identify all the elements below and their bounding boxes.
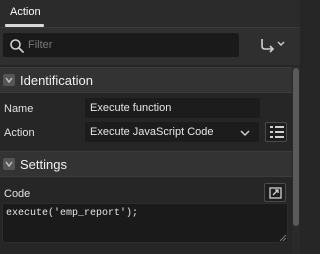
active-tab-indicator: [5, 24, 44, 27]
filter-input[interactable]: [28, 36, 228, 54]
section-identification-title: Identification: [20, 73, 93, 88]
list-icon: [270, 126, 284, 138]
section-identification-header[interactable]: Identification: [0, 67, 292, 93]
action-select-value: Execute JavaScript Code: [90, 126, 214, 138]
name-field[interactable]: [85, 98, 260, 118]
code-label: Code: [4, 188, 31, 200]
resize-grip-icon[interactable]: [279, 234, 287, 242]
section-settings-header[interactable]: Settings: [0, 151, 292, 177]
filter-box[interactable]: [3, 33, 239, 57]
tab-action-label: Action: [10, 6, 41, 18]
expand-code-editor-button[interactable]: [264, 183, 286, 202]
goto-group-icon: [261, 39, 285, 53]
tab-bar: Action: [0, 0, 300, 28]
scrollbar[interactable]: [292, 66, 300, 254]
search-icon: [9, 38, 25, 54]
name-label: Name: [4, 103, 34, 115]
code-editor[interactable]: execute('emp_report');: [2, 203, 288, 243]
collapse-toggle-icon[interactable]: [3, 158, 15, 170]
chevron-down-icon: [240, 128, 250, 137]
action-label: Action: [4, 127, 35, 139]
action-select[interactable]: Execute JavaScript Code: [85, 122, 259, 142]
scrollbar-thumb[interactable]: [293, 68, 299, 226]
goto-group-button[interactable]: [258, 36, 286, 54]
section-settings-title: Settings: [20, 157, 67, 172]
collapse-toggle-icon[interactable]: [3, 74, 15, 86]
expand-icon: [269, 187, 282, 199]
list-button[interactable]: [265, 122, 287, 142]
